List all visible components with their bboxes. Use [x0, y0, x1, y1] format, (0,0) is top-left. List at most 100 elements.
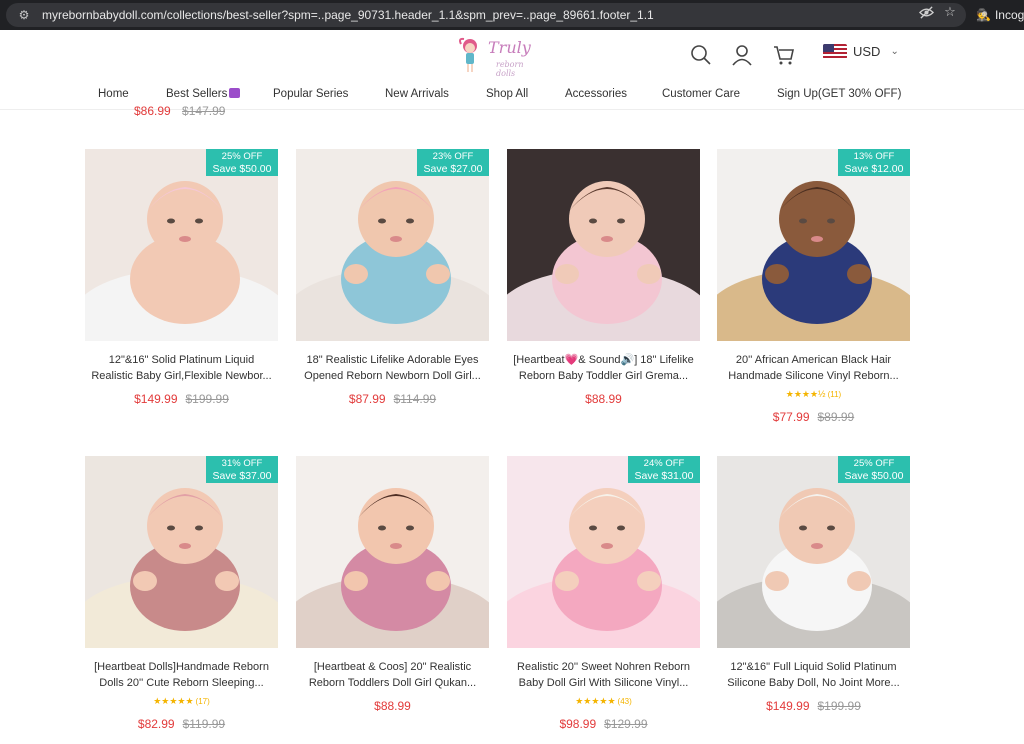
doll-eye-left: [589, 525, 597, 531]
product-title[interactable]: 20'' African American Black Hair Handmade…: [705, 352, 922, 384]
doll-eye-left: [799, 218, 807, 224]
discount-badge: 31% OFF Save $37.00: [206, 456, 278, 483]
product-title-line: Opened Reborn Newborn Doll Girl...: [304, 370, 481, 382]
doll-hand-left: [133, 571, 157, 591]
site-settings-icon[interactable]: ⚙: [16, 7, 32, 23]
nav-shop-all[interactable]: Shop All: [486, 88, 528, 100]
product-title[interactable]: 12"&16" Full Liquid Solid Platinum Silico…: [705, 659, 922, 691]
product-image[interactable]: 25% OFF Save $50.00: [85, 149, 278, 341]
doll-head: [569, 488, 645, 564]
heart-icon: [229, 88, 241, 98]
search-icon[interactable]: [690, 44, 712, 66]
bookmark-star-icon[interactable]: ☆: [942, 4, 958, 20]
product-image[interactable]: 23% OFF Save $27.00: [296, 149, 489, 341]
product-title-line: Reborn Toddlers Doll Girl Qukan...: [308, 677, 477, 689]
doll-hand-left: [555, 571, 579, 591]
product-image[interactable]: 13% OFF Save $12.00: [717, 149, 910, 341]
discount-badge: 23% OFF Save $27.00: [417, 149, 489, 176]
nav-best-sellers-label: Best Sellers: [166, 88, 228, 100]
previous-row-price: $86.99 $147.99: [134, 104, 225, 118]
product-image[interactable]: [507, 149, 700, 341]
profile-label: Incog: [994, 8, 1024, 22]
doll-hand-left: [765, 264, 789, 284]
nav-best-sellers[interactable]: Best Sellers: [166, 88, 241, 100]
product-title-line: [Heartbeat💗& Sound🔊] 18" Lifelike: [513, 354, 694, 366]
discount-save: Save $50.00: [844, 470, 904, 482]
nav-customer-care[interactable]: Customer Care: [662, 88, 740, 100]
product-price: $149.99 $199.99: [85, 392, 278, 406]
doll-head: [358, 488, 434, 564]
star-rating: ★★★★½ (11): [717, 389, 910, 400]
product-title[interactable]: [Heartbeat & Coos] 20" Realistic Reborn T…: [284, 659, 501, 691]
doll-head: [358, 181, 434, 257]
nav-new-arrivals[interactable]: New Arrivals: [385, 88, 449, 100]
doll-hand-right: [847, 571, 871, 591]
product-title-line: Baby Doll Girl With Silicone Vinyl...: [518, 677, 689, 689]
discount-percent: 24% OFF: [643, 458, 685, 469]
discount-save: Save $37.00: [212, 470, 272, 482]
discount-percent: 23% OFF: [432, 151, 474, 162]
doll-eye-right: [617, 525, 625, 531]
doll-eye-left: [167, 218, 175, 224]
review-count: (11): [827, 390, 842, 399]
product-title[interactable]: Realistic 20'' Sweet Nohren Reborn Baby D…: [495, 659, 712, 691]
address-bar[interactable]: ⚙ myrebornbabydoll.com/collections/best-…: [6, 3, 966, 27]
doll-eye-right: [406, 218, 414, 224]
nav-home[interactable]: Home: [98, 88, 129, 100]
logo[interactable]: Truly reborn dolls: [458, 34, 538, 78]
doll-hand-left: [344, 571, 368, 591]
discount-percent: 13% OFF: [853, 151, 895, 162]
compare-price: $199.99: [185, 392, 229, 406]
product-image[interactable]: [296, 456, 489, 648]
star-rating: ★★★★★ (43): [507, 696, 700, 707]
doll-mouth: [179, 543, 191, 549]
doll-mouth: [811, 236, 823, 242]
logo-text: Truly: [488, 38, 531, 57]
doll-eye-right: [195, 218, 203, 224]
nav-accessories[interactable]: Accessories: [565, 88, 627, 100]
doll-hand-right: [847, 264, 871, 284]
product-title[interactable]: 18" Realistic Lifelike Adorable Eyes Open…: [284, 352, 501, 384]
nav-popular-series[interactable]: Popular Series: [273, 88, 348, 100]
stars-icon: ★★★★★: [153, 696, 194, 706]
discount-save: Save $12.00: [844, 163, 904, 175]
cart-icon[interactable]: [773, 44, 795, 66]
doll-hand-right: [215, 264, 239, 284]
product-title-line: 12"&16" Solid Platinum Liquid: [108, 354, 255, 366]
sale-price: $77.99: [772, 410, 810, 424]
product-image[interactable]: 31% OFF Save $37.00: [85, 456, 278, 648]
product-title-line: Realistic Baby Girl,Flexible Newbor...: [91, 370, 272, 382]
sale-price: $87.99: [348, 392, 386, 406]
compare-price: $147.99: [182, 104, 226, 118]
stars-icon: ★★★★★: [575, 696, 616, 706]
doll-eye-right: [195, 525, 203, 531]
product-title[interactable]: 12"&16" Solid Platinum Liquid Realistic B…: [73, 352, 290, 384]
product-title-line: 12"&16" Full Liquid Solid Platinum: [730, 661, 897, 673]
sale-price: $98.99: [559, 717, 597, 731]
product-title-line: [Heartbeat Dolls]Handmade Reborn: [94, 661, 269, 673]
doll-hand-right: [637, 264, 661, 284]
discount-percent: 31% OFF: [221, 458, 263, 469]
doll-head: [779, 181, 855, 257]
product-image[interactable]: 25% OFF Save $50.00: [717, 456, 910, 648]
doll-head: [147, 181, 223, 257]
sale-price: $149.99: [134, 392, 178, 406]
logo-girl-icon: [459, 37, 477, 72]
product-title-line: Dolls 20'' Cute Reborn Sleeping...: [99, 677, 264, 689]
product-title[interactable]: [Heartbeat Dolls]Handmade Reborn Dolls 20…: [73, 659, 290, 691]
doll-mouth: [811, 543, 823, 549]
product-title[interactable]: [Heartbeat💗& Sound🔊] 18" Lifelike Reborn …: [495, 352, 712, 384]
star-rating: ★★★★★ (17): [85, 696, 278, 707]
url-text[interactable]: myrebornbabydoll.com/collections/best-se…: [42, 8, 654, 22]
product-price: $88.99: [507, 392, 700, 406]
nav-sign-up[interactable]: Sign Up(GET 30% OFF): [777, 88, 901, 100]
discount-save: Save $27.00: [423, 163, 483, 175]
product-price: $88.99: [296, 699, 489, 713]
compare-price: $119.99: [182, 717, 226, 731]
discount-percent: 25% OFF: [221, 151, 263, 162]
currency-selector[interactable]: USD ⌄: [823, 44, 899, 59]
incognito-profile[interactable]: 🕵 Incog: [976, 0, 1024, 30]
eye-off-icon[interactable]: [918, 4, 934, 20]
account-icon[interactable]: [731, 44, 753, 66]
product-image[interactable]: 24% OFF Save $31.00: [507, 456, 700, 648]
